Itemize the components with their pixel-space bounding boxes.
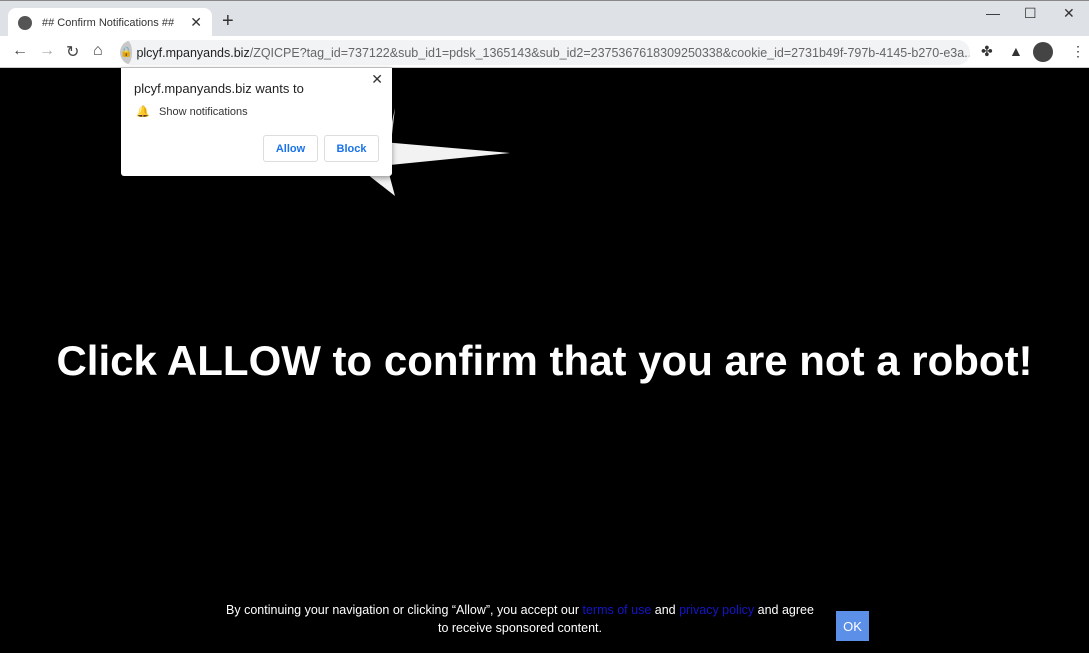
home-icon[interactable]: ⌂ — [93, 42, 103, 60]
extensions-icon[interactable]: ✤ — [981, 43, 993, 60]
footer-and: and — [654, 603, 676, 617]
footer-text-1: By continuing your navigation or clickin… — [226, 603, 580, 617]
url-host: plcyf.mpanyands.biz — [136, 45, 250, 60]
back-icon[interactable]: ← — [12, 42, 28, 60]
lock-icon[interactable]: 🔒 — [120, 40, 133, 65]
close-tab-icon[interactable]: ✕ — [190, 14, 202, 31]
privacy-link[interactable]: privacy policy — [679, 603, 754, 617]
globe-icon — [18, 15, 32, 30]
reload-icon[interactable]: ↻ — [66, 42, 79, 62]
ok-button[interactable]: OK — [836, 611, 869, 641]
profile-avatar-icon[interactable] — [1033, 42, 1053, 62]
forward-icon[interactable]: → — [39, 42, 55, 60]
maximize-button[interactable]: ☐ — [1024, 5, 1037, 22]
permission-label: Show notifications — [159, 106, 248, 118]
headline: Click ALLOW to confirm that you are not … — [56, 337, 1033, 384]
bell-icon: 🔔 — [136, 106, 150, 118]
url-path: /ZQICPE?tag_id=737122&sub_id1=pdsk_13651… — [249, 45, 970, 60]
new-tab-button[interactable]: + — [222, 10, 234, 33]
toolbar: ← → ↻ ⌂ 🔒 plcyf.mpanyands.biz /ZQICPE?ta… — [0, 36, 1089, 68]
close-window-button[interactable]: ✕ — [1063, 5, 1075, 22]
tab-active[interactable]: ## Confirm Notifications ## ✕ — [8, 8, 212, 37]
menu-icon[interactable]: ⋮ — [1071, 43, 1085, 60]
notification-permission-popup: plcyf.mpanyands.biz wants to ✕ 🔔 Show no… — [121, 68, 392, 176]
tab-bar: ## Confirm Notifications ## ✕ + — ☐ ✕ — [0, 0, 1089, 37]
labs-flask-icon[interactable]: ▲ — [1009, 43, 1023, 59]
tab-title: ## Confirm Notifications ## — [42, 16, 175, 29]
block-button[interactable]: Block — [324, 135, 379, 162]
allow-button[interactable]: Allow — [263, 135, 318, 162]
popup-title: plcyf.mpanyands.biz wants to — [134, 81, 304, 96]
consent-text: By continuing your navigation or clickin… — [225, 601, 815, 637]
address-bar[interactable]: 🔒 plcyf.mpanyands.biz /ZQICPE?tag_id=737… — [120, 40, 970, 65]
close-popup-icon[interactable]: ✕ — [371, 71, 383, 88]
minimize-button[interactable]: — — [986, 5, 1000, 21]
terms-link[interactable]: terms of use — [583, 603, 652, 617]
